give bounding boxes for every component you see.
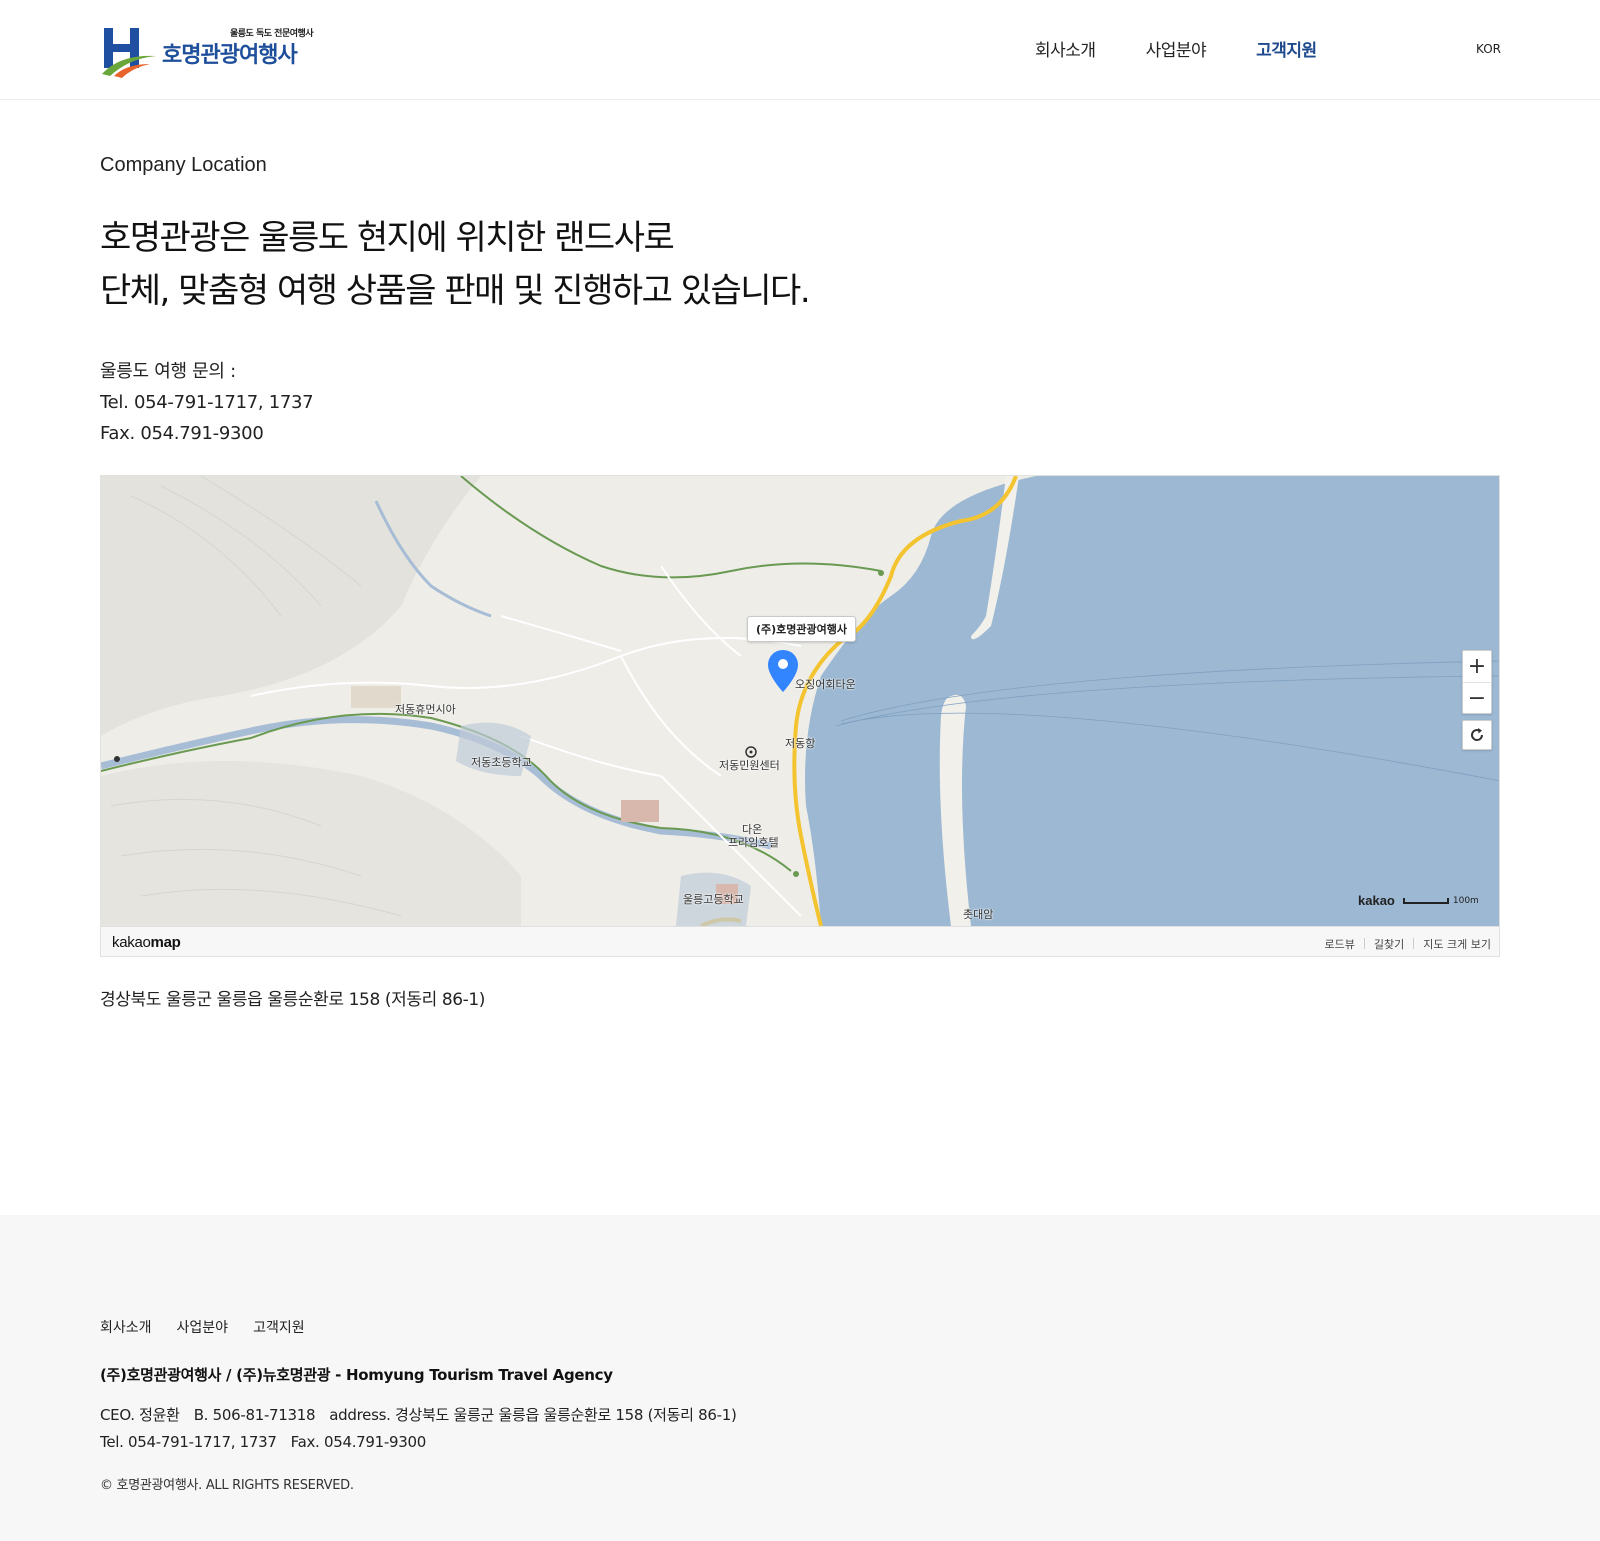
map-label-restaurant[interactable]: 오징어회타운: [795, 676, 856, 692]
logo-emblem-icon: [102, 28, 156, 78]
map-label-elementary-school[interactable]: 저동초등학교: [471, 754, 532, 770]
link-divider: [1413, 938, 1415, 949]
page-headline: 호명관광은 울릉도 현지에 위치한 랜드사로 단체, 맞춤형 여행 상품을 판매…: [100, 212, 811, 318]
footer-address: address. 경상북도 울릉군 울릉읍 울릉순환로 158 (저동리 86-…: [329, 1406, 737, 1424]
scale-bar: [1402, 897, 1449, 904]
zoom-out-button[interactable]: −: [1463, 682, 1491, 713]
location-pin-icon[interactable]: [767, 649, 799, 693]
footer-company-name: (주)호명관광여행사 / (주)뉴호명관광 - Homyung Tourism …: [100, 1366, 613, 1384]
map-scale: kakao 100m: [1358, 893, 1479, 908]
contact-fax: Fax. 054.791-9300: [100, 423, 264, 444]
headline-line-1: 호명관광은 울릉도 현지에 위치한 랜드사로: [100, 218, 675, 258]
inquiry-label: 울릉도 여행 문의 :: [100, 361, 236, 382]
link-divider: [1363, 938, 1365, 949]
footer-info-line-2: Tel. 054-791-1717, 1737 Fax. 054.791-9300: [100, 1429, 751, 1456]
main-nav: 회사소개 사업분야 고객지원: [1035, 36, 1367, 61]
directions-link[interactable]: 길찾기: [1374, 936, 1404, 952]
site-header: 울릉도 독도 전문여행사 호명관광여행사 회사소개 사업분야 고객지원 KOR: [0, 0, 1600, 100]
site-footer: 회사소개 사업분야 고객지원 (주)호명관광여행사 / (주)뉴호명관광 - H…: [0, 1215, 1600, 1541]
nav-item-business[interactable]: 사업분야: [1146, 36, 1207, 61]
contact-info: 울릉도 여행 문의 : Tel. 054-791-1717, 1737 Fax.…: [100, 356, 314, 449]
scale-brand: kakao: [1358, 893, 1395, 908]
map-label-port[interactable]: 저동항: [785, 735, 815, 751]
headline-line-2: 단체, 맞춤형 여행 상품을 판매 및 진행하고 있습니다.: [100, 271, 811, 311]
footer-ceo: CEO. 정윤환: [100, 1406, 180, 1424]
footer-nav-company[interactable]: 회사소개: [100, 1317, 152, 1337]
scale-unit: 100m: [1452, 895, 1479, 906]
footer-nav: 회사소개 사업분야 고객지원: [100, 1317, 330, 1337]
footer-info-line-1: CEO. 정윤환 B. 506-81-71318 address. 경상북도 울릉군…: [100, 1402, 751, 1429]
map-label-hotel-line2[interactable]: 프라임호텔: [728, 834, 779, 850]
map-label-rock[interactable]: 촛대암: [963, 906, 993, 922]
section-eyebrow: Company Location: [100, 154, 267, 176]
map-label-rest-area[interactable]: 저동휴먼시아: [395, 701, 456, 717]
zoom-in-button[interactable]: +: [1463, 651, 1491, 682]
kakaomap-logo[interactable]: kakaomap: [112, 934, 181, 951]
nav-item-support[interactable]: 고객지원: [1256, 36, 1317, 61]
footer-biz-no: B. 506-81-71318: [193, 1406, 316, 1424]
footer-fax: Fax. 054.791-9300: [290, 1433, 427, 1451]
footer-nav-business[interactable]: 사업분야: [177, 1317, 229, 1337]
company-address: 경상북도 울릉군 울릉읍 울릉순환로 158 (저동리 86-1): [100, 990, 486, 1010]
refresh-icon: [1471, 728, 1484, 741]
logo-name: 호명관광여행사: [162, 43, 298, 68]
map-reset-button[interactable]: [1462, 720, 1492, 750]
location-map[interactable]: 오징어회타운 저동휴먼시아 저동초등학교 저동민원센터 저동항 다온 프라임호텔…: [100, 475, 1500, 957]
kakaomap-logo-light: kakao: [112, 934, 151, 951]
site-logo[interactable]: 울릉도 독도 전문여행사 호명관광여행사: [100, 22, 336, 78]
footer-copyright: © 호명관광여행사. ALL RIGHTS RESERVED.: [100, 1478, 354, 1493]
map-links: 로드뷰 길찾기 지도 크게 보기: [1325, 936, 1491, 952]
company-marker-label[interactable]: (주)호명관광여행사: [747, 616, 857, 642]
kakaomap-logo-bold: map: [150, 934, 181, 951]
map-label-civil-center[interactable]: 저동민원센터: [719, 757, 780, 773]
nav-item-company[interactable]: 회사소개: [1035, 36, 1096, 61]
map-label-high-school[interactable]: 울릉고등학교: [683, 891, 744, 907]
footer-nav-support[interactable]: 고객지원: [253, 1317, 305, 1337]
roadview-link[interactable]: 로드뷰: [1325, 936, 1355, 952]
contact-tel: Tel. 054-791-1717, 1737: [100, 392, 314, 413]
large-map-link[interactable]: 지도 크게 보기: [1423, 936, 1491, 952]
language-selector[interactable]: KOR: [1476, 42, 1501, 56]
zoom-control: + −: [1462, 650, 1492, 714]
footer-info: CEO. 정윤환 B. 506-81-71318 address. 경상북도 울릉군…: [100, 1402, 751, 1456]
map-canvas[interactable]: [101, 476, 1500, 926]
map-footer: kakaomap 로드뷰 길찾기 지도 크게 보기: [101, 926, 1499, 956]
footer-tel: Tel. 054-791-1717, 1737: [100, 1433, 277, 1451]
